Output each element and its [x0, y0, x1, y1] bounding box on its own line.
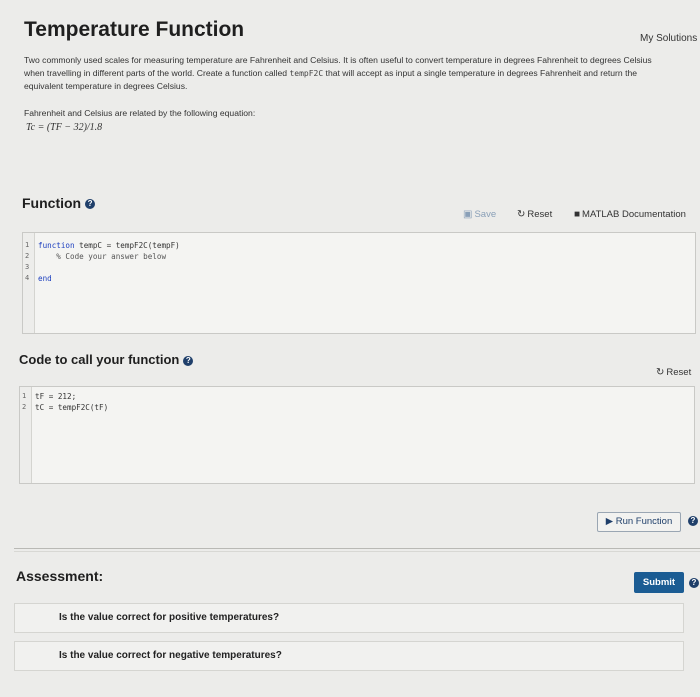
function-name-inline: tempF2C [289, 68, 324, 78]
keyword: function [38, 241, 75, 250]
problem-description: Two commonly used scales for measuring t… [24, 54, 674, 93]
relation-text: Fahrenheit and Celsius are related by th… [24, 108, 256, 118]
assessment-item-label: Is the value correct for negative temper… [59, 650, 282, 661]
assessment-title: Assessment: [16, 568, 104, 584]
line-number: 3 [25, 263, 30, 271]
run-function-button[interactable]: ▶ Run Function [597, 512, 681, 532]
editor-gutter [20, 387, 32, 483]
equation: Tc = (TF − 32)/1.8 [26, 122, 103, 133]
reset-icon: ↻ [517, 209, 526, 220]
help-icon[interactable]: ? [688, 516, 698, 526]
reset-button[interactable]: ↻ Reset [517, 209, 552, 220]
function-editor[interactable]: 1 2 3 4 function tempC = tempF2C(tempF) … [22, 232, 696, 334]
call-title-label: Code to call your function [19, 352, 180, 367]
save-button[interactable]: ▣ Save [463, 209, 496, 220]
help-icon[interactable]: ? [689, 578, 699, 588]
submit-button[interactable]: Submit [634, 572, 684, 593]
assessment-item[interactable]: Is the value correct for positive temper… [14, 603, 684, 633]
matlab-documentation-button[interactable]: ■ MATLAB Documentation [574, 209, 686, 220]
help-icon[interactable]: ? [183, 355, 194, 366]
call-section-title: Code to call your function? [19, 352, 194, 367]
book-icon: ■ [574, 209, 581, 220]
code-line[interactable]: function tempC = tempF2C(tempF) [38, 241, 180, 250]
reset-label: Reset [666, 367, 692, 378]
section-divider [14, 548, 700, 549]
code-line[interactable]: tC = tempF2C(tF) [35, 403, 108, 412]
line-number: 2 [22, 403, 27, 411]
play-icon: ▶ [605, 516, 614, 527]
assessment-item-label: Is the value correct for positive temper… [59, 612, 280, 623]
line-number: 4 [25, 274, 30, 282]
code-line[interactable]: tF = 212; [35, 392, 76, 401]
keyword: end [38, 274, 52, 283]
code-line[interactable]: end [38, 274, 52, 283]
save-label: Save [474, 209, 497, 220]
code-text: tempC = tempF2C(tempF) [74, 241, 180, 250]
call-reset-button[interactable]: ↻ Reset [656, 367, 691, 378]
line-number: 1 [22, 392, 27, 400]
my-solutions-link[interactable]: My Solutions [640, 33, 697, 44]
reset-label: Reset [527, 209, 553, 220]
reset-icon: ↻ [656, 367, 665, 378]
help-icon[interactable]: ? [85, 199, 96, 210]
function-section-title: Function? [22, 195, 96, 211]
line-number: 2 [25, 252, 30, 260]
line-number: 1 [25, 241, 30, 249]
function-title-label: Function [22, 195, 82, 211]
section-divider [14, 551, 700, 552]
assessment-item[interactable]: Is the value correct for negative temper… [14, 641, 684, 671]
call-editor[interactable]: 1 2 tF = 212; tC = tempF2C(tF) [19, 386, 695, 484]
page-title: Temperature Function [24, 18, 245, 41]
code-comment[interactable]: % Code your answer below [38, 252, 166, 261]
run-label: Run Function [615, 516, 673, 527]
save-icon: ▣ [463, 209, 473, 220]
docs-label: MATLAB Documentation [582, 209, 686, 220]
